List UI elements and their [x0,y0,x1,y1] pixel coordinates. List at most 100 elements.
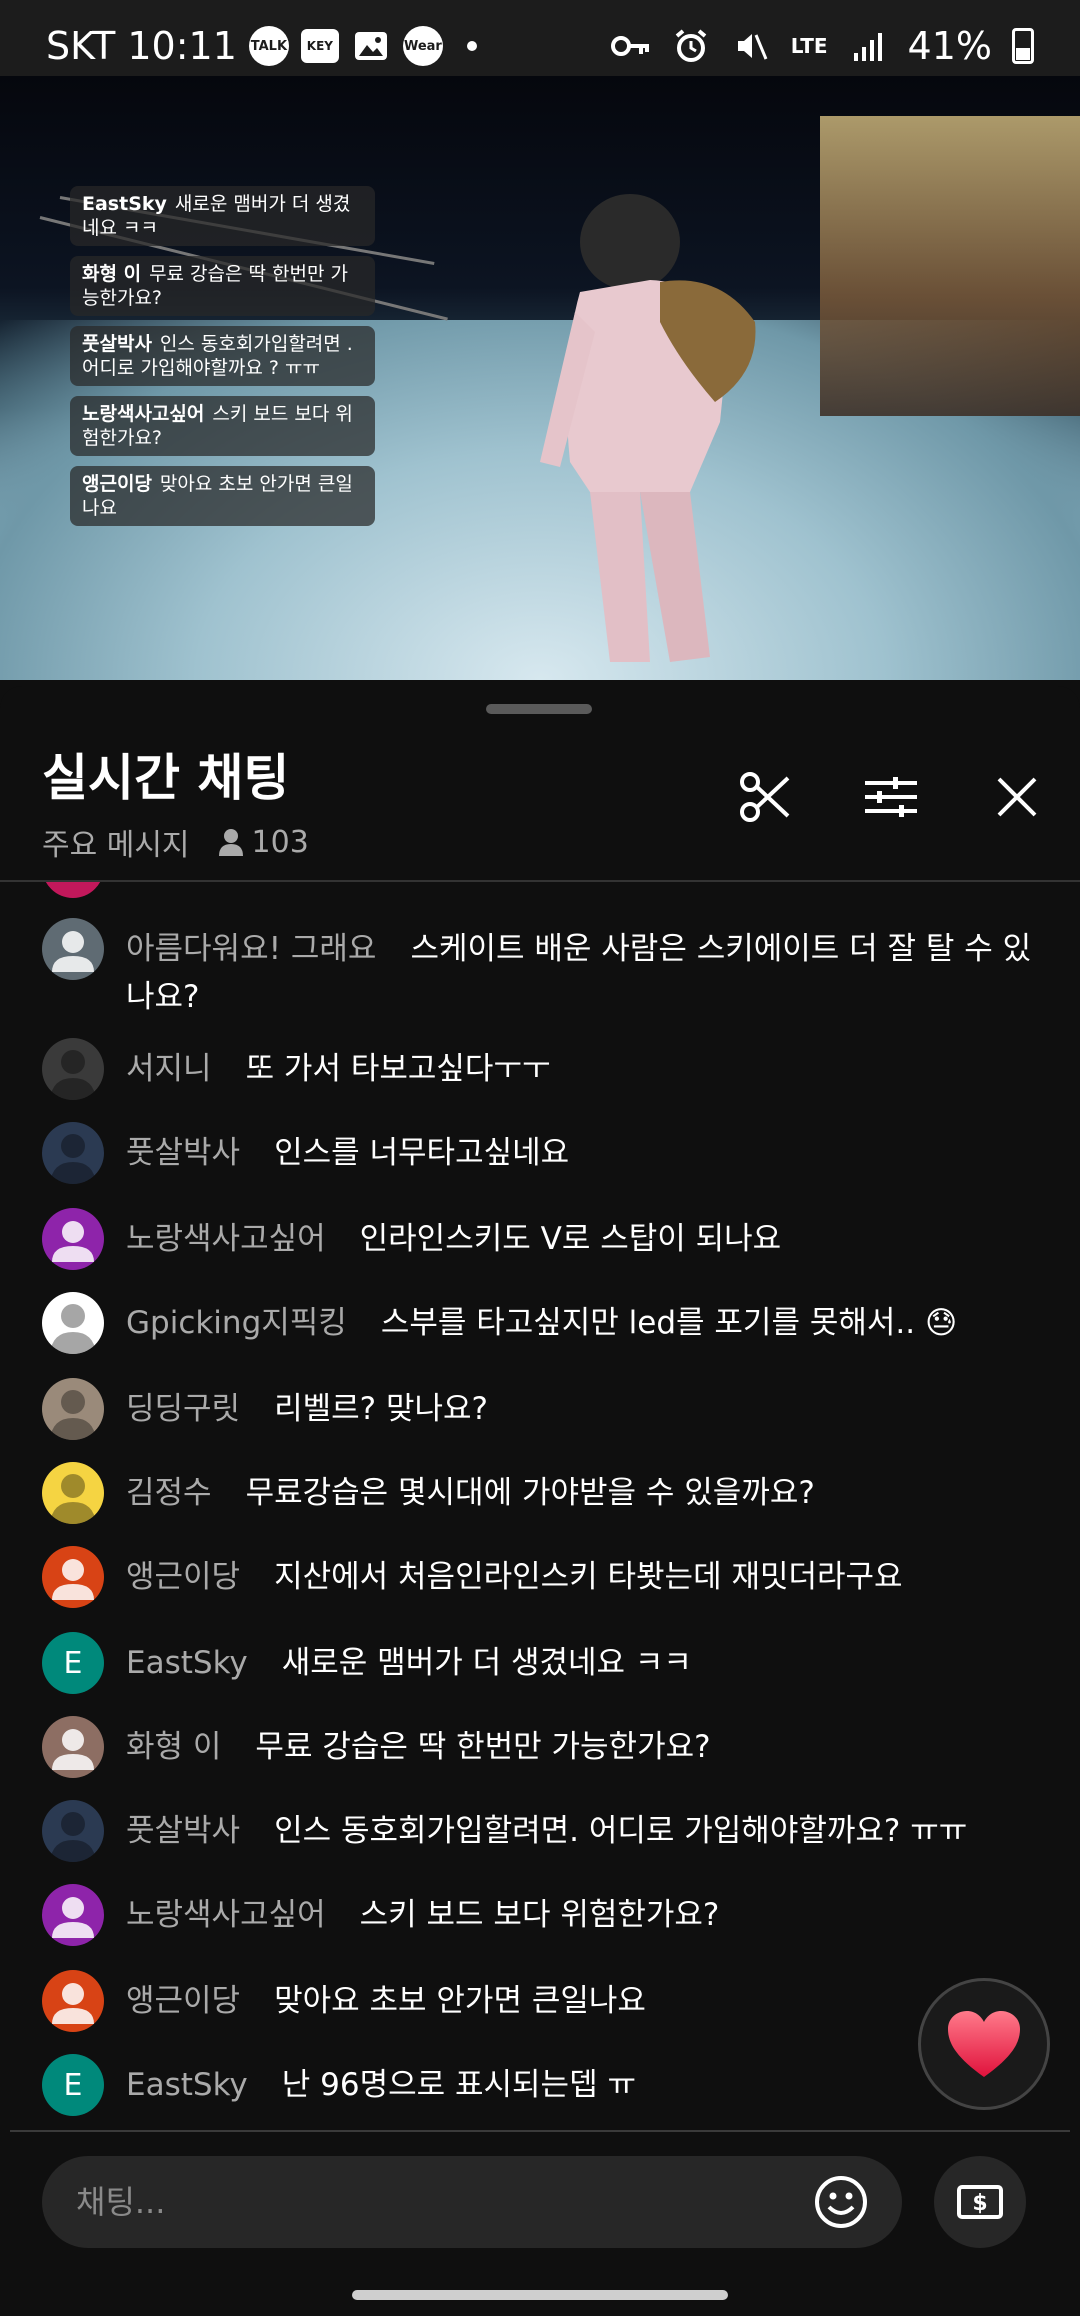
chat-message[interactable]: 앵근이당 맞아요 초보 안가면 큰일나요 [42,1970,1042,2032]
message-author[interactable]: 노랑색사고싶어 [126,1221,326,1257]
message-author[interactable]: 아름다워요! 그래요 [126,931,376,967]
avatar[interactable] [42,1292,104,1354]
chat-message[interactable]: 김정수 무료강습은 몇시대에 가야받을 수 있을까요? [42,1462,1042,1524]
avatar[interactable]: E [42,1632,104,1694]
message-body: 풋살박사 인스 동호회가입할려면. 어디로 가입해야할까요? ㅠㅠ [126,1800,967,1855]
chat-title: 실시간 채팅 [42,749,290,807]
overlay-message: 노랑색사고싶어 스키 보드 보다 위험한가요? [70,396,375,456]
message-body: Gpicking지픽킹 스부를 타고싶지만 led를 포기를 못해서.. 😓 [126,1292,957,1347]
message-author[interactable]: 김정수 [126,1475,212,1511]
message-author[interactable]: 노랑색사고싶어 [126,1897,326,1933]
chat-message[interactable]: 화형 이 무료 강습은 딱 한번만 가능한가요? [42,1716,1042,1778]
message-text: 무료강습은 몇시대에 가야받을 수 있을까요? [245,1475,815,1511]
message-text: 지산에서 처음인라인스키 타봣는데 재밋더라구요 [274,1559,903,1595]
tune-sliders-icon [865,777,917,817]
chat-settings-button[interactable] [856,762,926,832]
battery-icon [1012,28,1034,64]
avatar[interactable] [42,1208,104,1270]
avatar[interactable] [42,1462,104,1524]
message-body: 딩딩구릿 리벨르? 맞나요? [126,1378,488,1433]
viewer-count-value: 103 [251,824,309,860]
avatar[interactable] [42,1970,104,2032]
chat-message-list[interactable]: 아름다워요! 그래요 스케이트 배운 사람은 스키에이트 더 잘 탈 수 있나요?… [0,882,1080,2122]
message-text: 인스 동호회가입할려면. 어디로 가입해야할까요? ㅠㅠ [274,1813,968,1849]
skier-figure [540,194,756,662]
chat-subheader: 주요 메시지 103 [42,820,309,864]
top-messages-filter[interactable]: 주요 메시지 [42,820,190,864]
message-text: 무료 강습은 딱 한번만 가능한가요? [255,1729,711,1765]
message-author[interactable]: 앵근이당 [126,1559,240,1595]
gesture-nav-bar[interactable] [352,2290,728,2300]
avatar[interactable] [42,1038,104,1100]
avatar[interactable] [42,1546,104,1608]
chat-message[interactable]: 풋살박사 인스를 너무타고싶네요 [42,1122,1042,1184]
message-body: EastSky 새로운 맴버가 더 생겼네요 ㅋㅋ [126,1632,692,1687]
more-notifications-dot [466,41,477,51]
message-author[interactable]: 딩딩구릿 [126,1391,240,1427]
svg-text:$: $ [972,2191,987,2216]
message-text: 스키 보드 보다 위험한가요? [359,1897,720,1933]
chat-message[interactable]: 풋살박사 인스 동호회가입할려면. 어디로 가입해야할까요? ㅠㅠ [42,1800,1042,1862]
alarm-icon [671,26,711,66]
message-author[interactable]: 화형 이 [126,1729,221,1765]
carrier-time: SKT 10:11 [46,24,237,68]
drag-handle[interactable] [486,704,592,714]
chat-input-container [42,2156,902,2248]
message-body: 서지니 또 가서 타보고싶다ㅜㅜ [126,1038,550,1093]
video-chat-overlay: EastSky 새로운 맴버가 더 생겼네요 ㅋㅋ 화형 이 무료 강습은 딱 한번… [70,186,375,536]
message-author[interactable]: EastSky [126,1645,248,1681]
message-body: 풋살박사 인스를 너무타고싶네요 [126,1122,569,1177]
kakaotalk-icon: TALK [248,26,289,66]
message-author[interactable]: 풋살박사 [126,1813,240,1849]
message-author[interactable]: 앵근이당 [126,1983,240,2019]
super-chat-button[interactable]: $ [934,2156,1026,2248]
message-text: 인라인스키도 V로 스탑이 되나요 [359,1221,782,1257]
chat-input[interactable] [74,2182,812,2222]
emoji-button[interactable] [812,2173,870,2231]
message-text: 또 가서 타보고싶다ㅜㅜ [245,1051,551,1087]
chat-message[interactable]: 서지니 또 가서 타보고싶다ㅜㅜ [42,1038,1042,1100]
clip-scissors-button[interactable] [730,762,800,832]
chat-message[interactable]: E EastSky 새로운 맴버가 더 생겼네요 ㅋㅋ [42,1632,1042,1694]
message-body: 노랑색사고싶어 스키 보드 보다 위험한가요? [126,1884,719,1939]
message-text: 리벨르? 맞나요? [274,1391,488,1427]
message-author[interactable]: 풋살박사 [126,1135,240,1171]
money-icon: $ [957,2185,1003,2219]
message-text: 인스를 너무타고싶네요 [274,1135,570,1171]
mute-icon [731,26,771,66]
close-chat-button[interactable] [982,762,1052,832]
message-author[interactable]: Gpicking지픽킹 [126,1305,347,1341]
heart-icon [948,2011,1020,2077]
avatar[interactable] [42,1716,104,1778]
message-author[interactable]: 서지니 [126,1051,212,1087]
chat-message[interactable]: Gpicking지픽킹 스부를 타고싶지만 led를 포기를 못해서.. 😓 [42,1292,1042,1354]
live-video-player[interactable]: EastSky 새로운 맴버가 더 생겼네요 ㅋㅋ 화형 이 무료 강습은 딱 한번… [0,76,1080,680]
chat-message[interactable]: 아름다워요! 그래요 스케이트 배운 사람은 스키에이트 더 잘 탈 수 있나요? [42,918,1042,1021]
person-icon [218,829,243,856]
gallery-icon [351,26,391,66]
avatar[interactable] [42,1800,104,1862]
network-type: LTE [790,34,828,58]
signal-icon [848,26,888,66]
chat-message[interactable]: 딩딩구릿 리벨르? 맞나요? [42,1378,1042,1440]
message-body: 앵근이당 지산에서 처음인라인스키 타봣는데 재밋더라구요 [126,1546,903,1601]
avatar[interactable]: E [42,2054,104,2116]
message-text: 난 96명으로 표시되는뎁 ㅠ [281,2067,636,2103]
vpn-key-icon [610,26,651,66]
overlay-message: 앵근이당 맞아요 초보 안가면 큰일나요 [70,466,375,526]
message-body: 앵근이당 맞아요 초보 안가면 큰일나요 [126,1970,646,2025]
message-author[interactable]: EastSky [126,2067,248,2103]
avatar[interactable] [42,918,104,980]
chat-message[interactable]: 앵근이당 지산에서 처음인라인스키 타봣는데 재밋더라구요 [42,1546,1042,1608]
heart-reaction-button[interactable] [918,1978,1050,2110]
avatar[interactable] [42,1122,104,1184]
chat-message[interactable]: 노랑색사고싶어 스키 보드 보다 위험한가요? [42,1884,1042,1946]
avatar [42,882,104,898]
avatar[interactable] [42,1884,104,1946]
close-icon [997,777,1037,817]
chat-message[interactable]: E EastSky 난 96명으로 표시되는뎁 ㅠ [42,2054,1042,2116]
chat-message[interactable]: 노랑색사고싶어 인라인스키도 V로 스탑이 되나요 [42,1208,1042,1270]
scissors-icon [740,772,790,822]
avatar[interactable] [42,1378,104,1440]
message-text: 스부를 타고싶지만 led를 포기를 못해서.. 😓 [380,1305,958,1341]
